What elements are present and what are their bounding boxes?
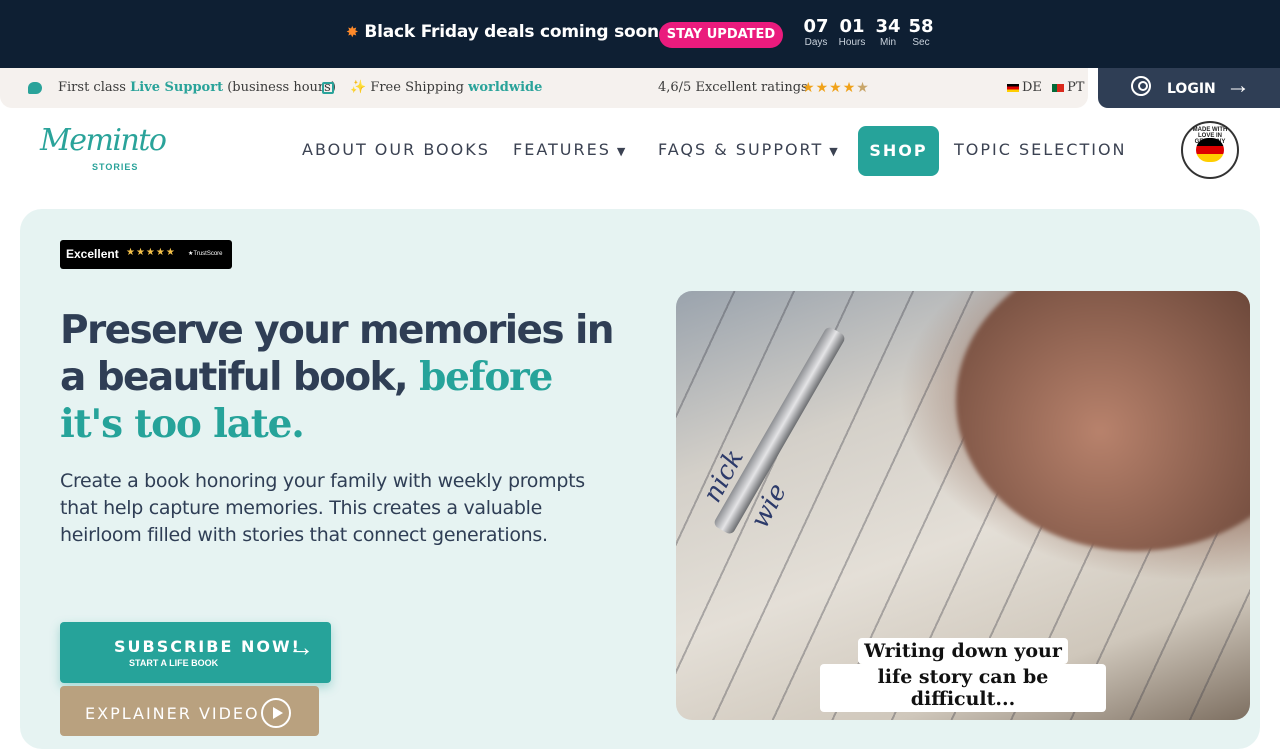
star-icon: ★ bbox=[815, 80, 829, 96]
video-caption: Writing down your life story can be diff… bbox=[820, 638, 1106, 712]
heart-flag-icon bbox=[1196, 138, 1224, 162]
flag-de-icon bbox=[1007, 83, 1019, 92]
nav-faqs[interactable]: FAQS & SUPPORT ▼ bbox=[658, 140, 840, 159]
shop-button[interactable]: SHOP bbox=[858, 126, 939, 176]
shipping-info: ✨ Free Shipping worldwide bbox=[350, 80, 543, 95]
trustpilot-badge[interactable]: Excellent ★★★★★ ★TrustScore bbox=[60, 240, 232, 269]
play-icon bbox=[261, 698, 291, 728]
live-support-info: First class Live Support (business hours… bbox=[58, 80, 336, 95]
hero-headline: Preserve your memories in a beautiful bo… bbox=[60, 308, 615, 447]
explosion-icon: ✸ bbox=[346, 23, 359, 41]
countdown-sec: 58 Sec bbox=[908, 16, 934, 49]
arrow-right-icon: → bbox=[288, 632, 314, 662]
hero-lead: Create a book honoring your family with … bbox=[60, 470, 585, 546]
lang-de-link[interactable]: DE bbox=[1022, 80, 1042, 95]
chevron-down-icon: ▼ bbox=[829, 145, 840, 158]
stay-updated-button[interactable]: STAY UPDATED bbox=[659, 22, 783, 48]
login-label: LOGIN bbox=[1167, 81, 1216, 97]
logo-wordmark: Meminto bbox=[40, 123, 167, 158]
chat-icon bbox=[28, 82, 42, 94]
logo-subtitle: STORIES bbox=[92, 162, 139, 172]
promo-bar: ✸ Black Friday deals coming soon... STAY… bbox=[0, 0, 1280, 68]
nav-topic-selection[interactable]: TOPIC SELECTION bbox=[954, 140, 1127, 159]
promo-text: Black Friday deals coming soon... bbox=[364, 22, 678, 42]
countdown-hours: 01 Hours bbox=[838, 16, 866, 49]
nav-about[interactable]: ABOUT OUR BOOKS bbox=[302, 140, 490, 159]
user-icon bbox=[1131, 76, 1151, 96]
language-switcher: DE PT bbox=[1007, 80, 1084, 95]
subscribe-button[interactable]: SUBSCRIBE NOW! START A LIFE BOOK → bbox=[60, 622, 331, 683]
rating-stars: ★ ★ ★ ★ ★ bbox=[802, 81, 869, 95]
arrow-right-icon: → bbox=[1226, 72, 1250, 99]
info-bar: First class Live Support (business hours… bbox=[0, 68, 1088, 108]
nav-features[interactable]: FEATURES ▼ bbox=[513, 140, 627, 159]
logo[interactable]: Meminto STORIES bbox=[40, 123, 167, 176]
flag-pt-icon bbox=[1052, 83, 1065, 92]
star-half-icon: ★ bbox=[856, 80, 869, 96]
countdown-days: 07 Days bbox=[803, 16, 829, 49]
star-icon: ★ bbox=[829, 80, 842, 96]
explainer-video-button[interactable]: EXPLAINER VIDEO bbox=[60, 686, 319, 736]
lang-pt-link[interactable]: PT bbox=[1067, 80, 1084, 95]
star-icon: ★ bbox=[842, 80, 856, 96]
chevron-down-icon: ▼ bbox=[616, 145, 628, 158]
worldwide-link[interactable]: worldwide bbox=[468, 80, 542, 95]
made-in-germany-badge: MADE WITH LOVE IN GERMANY bbox=[1181, 121, 1239, 179]
gift-icon bbox=[322, 82, 334, 94]
ratings-text: 4,6/5 Excellent ratings bbox=[658, 80, 808, 95]
star-icon: ★ bbox=[802, 80, 815, 96]
star-rating-icon: ★★★★★ bbox=[126, 247, 176, 258]
login-button[interactable]: LOGIN → bbox=[1098, 68, 1280, 108]
promo-message: ✸ Black Friday deals coming soon... bbox=[346, 22, 678, 42]
live-support-link[interactable]: Live Support bbox=[130, 80, 223, 95]
